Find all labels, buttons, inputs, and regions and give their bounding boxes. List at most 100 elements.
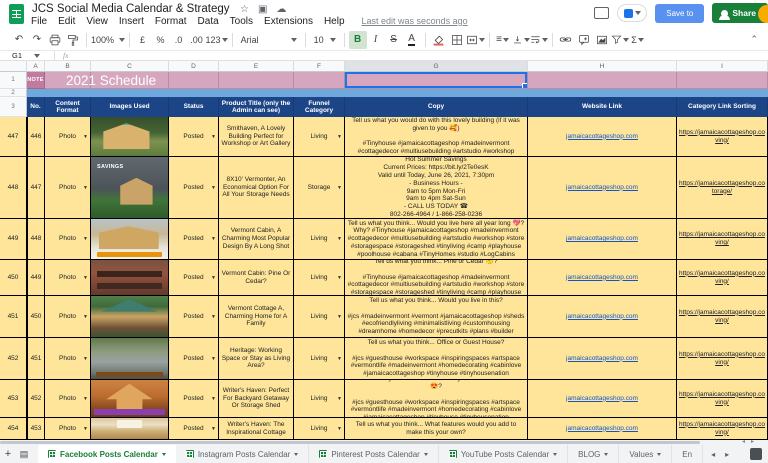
format-percent-button[interactable]: %: [152, 31, 170, 49]
website-link-cell[interactable]: jamaicacottageshop.com: [528, 260, 677, 296]
menu-extensions[interactable]: Extensions: [264, 16, 313, 27]
website-link[interactable]: jamaicacottageshop.com: [566, 235, 638, 243]
content-format-cell[interactable]: Photo ▼: [45, 338, 91, 380]
mode-switcher-button[interactable]: [617, 4, 648, 22]
explore-button[interactable]: [750, 448, 762, 460]
no-cell[interactable]: 446: [27, 117, 45, 157]
row-header[interactable]: 449: [0, 219, 27, 260]
row-header-3[interactable]: 3: [0, 97, 27, 117]
text-wrap-button[interactable]: [530, 31, 548, 49]
content-format-cell[interactable]: Photo ▼: [45, 157, 91, 219]
status-cell[interactable]: Posted ▼: [169, 418, 219, 440]
images-used-cell[interactable]: [91, 418, 169, 440]
last-edit-status[interactable]: Last edit was seconds ago: [362, 16, 468, 27]
tab-menu-icon[interactable]: [294, 452, 299, 456]
product-title-cell[interactable]: Vermont Cottage A, Charming Home for A F…: [219, 296, 294, 338]
funnel-category-cell[interactable]: Living ▼: [294, 380, 345, 418]
menu-format[interactable]: Format: [155, 16, 187, 27]
website-link-cell[interactable]: jamaicacottageshop.com: [528, 219, 677, 260]
number-format-button[interactable]: 123: [206, 31, 228, 49]
dropdown-arrow-icon[interactable]: ▼: [337, 314, 342, 320]
col-header-g[interactable]: G: [345, 61, 528, 72]
funnel-category-cell[interactable]: Storage ▼: [294, 157, 345, 219]
status-cell[interactable]: Posted ▼: [169, 338, 219, 380]
menu-view[interactable]: View: [86, 16, 108, 27]
schedule-cell-f1[interactable]: [294, 72, 345, 89]
scrollbar-thumb[interactable]: [0, 441, 700, 444]
website-link[interactable]: jamaicacottageshop.com: [566, 355, 638, 363]
product-title-cell[interactable]: Heritage: Working Space or Stay as Livin…: [219, 338, 294, 380]
dropdown-arrow-icon[interactable]: ▼: [211, 236, 216, 242]
funnel-category-cell[interactable]: Living ▼: [294, 260, 345, 296]
save-to-button[interactable]: Save to: [655, 3, 705, 23]
product-title-cell[interactable]: Vermont Cabin, A Charming Most Popular D…: [219, 219, 294, 260]
tab-menu-icon[interactable]: [161, 452, 166, 456]
tab-menu-icon[interactable]: [604, 452, 609, 456]
website-link-cell[interactable]: jamaicacottageshop.com: [528, 157, 677, 219]
images-used-cell[interactable]: [91, 380, 169, 418]
row-header[interactable]: 448: [0, 157, 27, 219]
funnel-category-cell[interactable]: Living ▼: [294, 219, 345, 260]
col-header-i[interactable]: I: [677, 61, 768, 72]
copy-cell[interactable]: Tell us what you think... Office or Gues…: [345, 338, 528, 380]
content-format-cell[interactable]: Photo ▼: [45, 219, 91, 260]
category-link-cell[interactable]: https://jamaicacottageshop.co ving/: [677, 219, 768, 260]
product-title-cell[interactable]: Writer's Haven: Perfect For Backyard Get…: [219, 380, 294, 418]
selected-cell-g1[interactable]: [345, 72, 528, 89]
dropdown-arrow-icon[interactable]: ▼: [211, 426, 216, 432]
zoom-select[interactable]: 100%: [91, 31, 125, 49]
dropdown-arrow-icon[interactable]: ▼: [337, 396, 342, 402]
category-link-cell[interactable]: https://jamaicacottageshop.co ving/: [677, 260, 768, 296]
col-header-e[interactable]: E: [219, 61, 294, 72]
format-currency-button[interactable]: £: [134, 31, 152, 49]
images-used-cell[interactable]: [91, 338, 169, 380]
category-link-cell[interactable]: https://jamaicacottageshop.co ving/: [677, 338, 768, 380]
undo-button[interactable]: ↶: [10, 31, 28, 49]
cloud-status-icon[interactable]: ☁: [276, 4, 286, 15]
status-cell[interactable]: Posted ▼: [169, 219, 219, 260]
schedule-cell-e1[interactable]: [219, 72, 294, 89]
collapse-toolbar-icon[interactable]: ⌃: [750, 34, 758, 45]
horizontal-align-button[interactable]: ≡: [494, 31, 512, 49]
no-cell[interactable]: 450: [27, 296, 45, 338]
add-sheet-button[interactable]: +: [0, 448, 16, 460]
dropdown-arrow-icon[interactable]: ▼: [83, 236, 88, 242]
images-used-cell[interactable]: [91, 219, 169, 260]
sheet-tab-blog[interactable]: BLOG: [568, 445, 620, 463]
menu-edit[interactable]: Edit: [58, 16, 75, 27]
functions-button[interactable]: Σ: [629, 31, 647, 49]
copy-cell[interactable]: Tell us what you think... Pine or Cedar …: [345, 260, 528, 296]
decrease-decimal-button[interactable]: .0: [170, 31, 188, 49]
row-header[interactable]: 450: [0, 260, 27, 296]
sheet-tab-youtube[interactable]: YouTube Posts Calendar: [439, 445, 569, 463]
redo-button[interactable]: ↷: [28, 31, 46, 49]
content-format-cell[interactable]: Photo ▼: [45, 296, 91, 338]
status-cell[interactable]: Posted ▼: [169, 260, 219, 296]
blue-band[interactable]: [27, 89, 768, 97]
col-header-f[interactable]: F: [294, 61, 345, 72]
content-format-cell[interactable]: Photo ▼: [45, 380, 91, 418]
dropdown-arrow-icon[interactable]: ▼: [211, 396, 216, 402]
document-title[interactable]: JCS Social Media Calendar & Strategy: [32, 3, 230, 15]
schedule-cell-i1[interactable]: [677, 72, 768, 89]
content-format-cell[interactable]: Photo ▼: [45, 117, 91, 157]
insert-link-button[interactable]: [557, 31, 575, 49]
dropdown-arrow-icon[interactable]: ▼: [337, 356, 342, 362]
category-link-cell[interactable]: https://jamaicacottageshop.co torage/: [677, 157, 768, 219]
tab-scroll-left-icon[interactable]: ◂: [711, 450, 715, 459]
row-header[interactable]: 454: [0, 418, 27, 440]
website-link[interactable]: jamaicacottageshop.com: [566, 395, 638, 403]
scrollbar-arrows[interactable]: ◂▸: [742, 438, 760, 445]
copy-cell[interactable]: Tell us what you think... What features …: [345, 418, 528, 440]
dropdown-arrow-icon[interactable]: ▼: [337, 185, 342, 191]
dropdown-arrow-icon[interactable]: ▼: [211, 185, 216, 191]
menu-insert[interactable]: Insert: [119, 16, 144, 27]
sheet-tab-instagram[interactable]: Instagram Posts Calendar: [176, 445, 310, 463]
star-icon[interactable]: ☆: [240, 4, 249, 15]
select-all-corner[interactable]: [0, 61, 27, 72]
status-cell[interactable]: Posted ▼: [169, 296, 219, 338]
website-link[interactable]: jamaicacottageshop.com: [566, 133, 638, 141]
website-link[interactable]: jamaicacottageshop.com: [566, 425, 638, 433]
dropdown-arrow-icon[interactable]: ▼: [337, 275, 342, 281]
website-link-cell[interactable]: jamaicacottageshop.com: [528, 380, 677, 418]
